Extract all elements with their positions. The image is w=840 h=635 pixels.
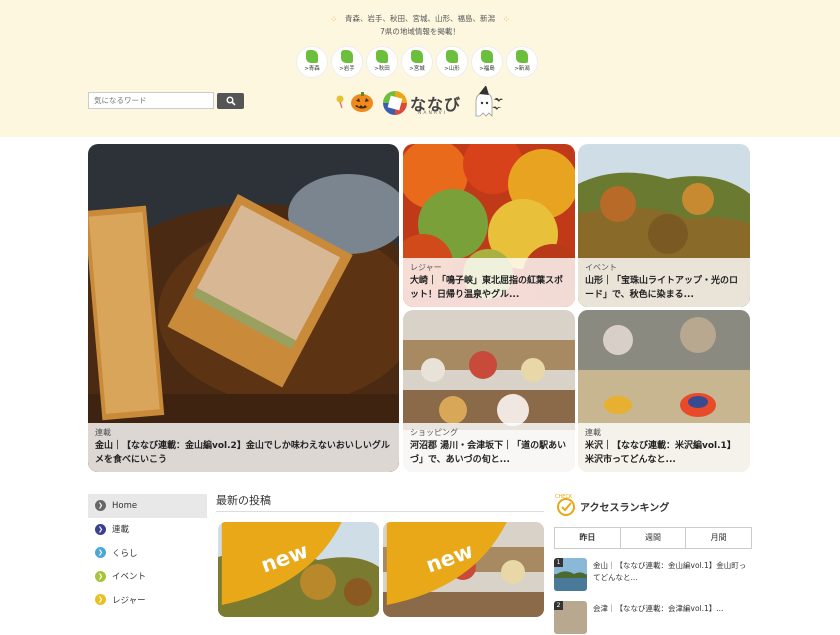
latest-posts-heading: 最新の投稿 xyxy=(216,494,271,507)
site-logo[interactable]: ななび NANAVI xyxy=(334,86,506,120)
sparkle-icon: ⁘ xyxy=(502,15,510,25)
tagline-line2: 7県の地域情報を掲載！ xyxy=(380,27,460,36)
tab-yesterday[interactable]: 昨日 xyxy=(555,528,620,548)
article-category: レジャー xyxy=(410,263,442,272)
featured-article-2[interactable]: レジャー 大崎｜「鳴子峡」東北屈指の紅葉スポット！日帰り温泉やグル... xyxy=(403,144,575,307)
chevron-right-icon: ❯ xyxy=(95,570,106,582)
nav-item-living[interactable]: ❯ くらし xyxy=(88,541,207,565)
ranking-thumbnail: 2 xyxy=(554,601,587,634)
pref-link-aomori[interactable]: >青森 xyxy=(296,46,328,78)
ranking-thumbnail: 1 xyxy=(554,558,587,591)
featured-article-4[interactable]: ショッピング 河沼郡 湯川・会津坂下｜「道の駅あいづ」で、あいづの旬と... xyxy=(403,310,575,472)
article-category: 連載 xyxy=(95,428,111,437)
featured-article-1[interactable]: 連載 金山｜【ななび連載：金山編vol.2】金山でしか味わえないおいしいグルメを… xyxy=(88,144,399,472)
tagline-line1: 青森、岩手、秋田、宮城、山形、福島、新潟 xyxy=(345,14,495,23)
ranking-header: CHECK アクセスランキング xyxy=(554,493,752,517)
miyagi-map-icon xyxy=(411,49,423,63)
new-badge: new xyxy=(221,522,342,605)
featured-article-5[interactable]: 連載 米沢｜【ななび連載：米沢編vol.1】米沢市ってどんなと... xyxy=(578,310,750,472)
pref-link-yamagata[interactable]: >山形 xyxy=(436,46,468,78)
featured-caption: ショッピング 河沼郡 湯川・会津坂下｜「道の駅あいづ」で、あいづの旬と... xyxy=(403,423,575,472)
article-category: 連載 xyxy=(585,428,601,437)
pref-link-fukushima[interactable]: >福島 xyxy=(471,46,503,78)
article-title: 金山｜【ななび連載：金山編vol.2】金山でしか味わえないおいしいグルメを食べに… xyxy=(95,441,390,465)
search-form xyxy=(88,92,244,109)
new-badge: new xyxy=(386,522,507,605)
article-title: 大崎｜「鳴子峡」東北屈指の紅葉スポット！日帰り温泉やグル... xyxy=(410,276,564,300)
nav-item-leisure[interactable]: ❯ レジャー xyxy=(88,588,207,612)
site-header: ⁘ ⁘ 青森、岩手、秋田、宮城、山形、福島、新潟 7県の地域情報を掲載！ >青森… xyxy=(0,0,840,137)
nav-item-home[interactable]: ❯ Home xyxy=(88,494,207,518)
tab-monthly[interactable]: 月間 xyxy=(685,528,751,548)
prefecture-nav: >青森 >岩手 >秋田 >宮城 >山形 >福島 >新潟 xyxy=(296,46,538,78)
search-icon xyxy=(226,96,236,106)
ranking-item-2[interactable]: 2 会津｜【ななび連載：会津編vol.1】... xyxy=(554,601,752,635)
ranking-tabs: 昨日 週間 月間 xyxy=(554,527,752,549)
rank-number: 2 xyxy=(554,601,563,610)
fukushima-map-icon xyxy=(481,49,493,63)
nav-item-series[interactable]: ❯ 連載 xyxy=(88,518,207,542)
sparkle-icon: ⁘ xyxy=(330,15,338,25)
search-button[interactable] xyxy=(217,93,244,109)
chevron-right-icon: ❯ xyxy=(95,594,106,606)
ranking-item-1[interactable]: 1 金山｜【ななび連載：金山編vol.1】金山町ってどんなと... xyxy=(554,558,752,592)
category-nav: ❯ Home ❯ 連載 ❯ くらし ❯ イベント ❯ レジャー xyxy=(88,494,207,612)
featured-caption: 連載 米沢｜【ななび連載：米沢編vol.1】米沢市ってどんなと... xyxy=(578,423,750,472)
article-category: イベント xyxy=(585,263,617,272)
ranking-title-text: 会津｜【ななび連載：会津編vol.1】... xyxy=(593,604,724,613)
check-badge-icon: CHECK xyxy=(555,494,575,516)
article-category: ショッピング xyxy=(410,428,458,437)
chevron-right-icon: ❯ xyxy=(95,547,106,559)
pref-link-miyagi[interactable]: >宮城 xyxy=(401,46,433,78)
ranking-title-text: 金山｜【ななび連載：金山編vol.1】金山町ってどんなと... xyxy=(593,561,747,582)
rank-number: 1 xyxy=(554,558,563,567)
svg-text:CHECK: CHECK xyxy=(555,494,573,500)
ranking-title: アクセスランキング xyxy=(580,503,670,514)
divider xyxy=(216,511,544,512)
chevron-right-icon: ❯ xyxy=(95,523,106,535)
featured-article-3[interactable]: イベント 山形｜「宝珠山ライトアップ・光のロード」で、秋色に染まる... xyxy=(578,144,750,307)
site-tagline: ⁘ ⁘ 青森、岩手、秋田、宮城、山形、福島、新潟 7県の地域情報を掲載！ xyxy=(320,12,520,38)
featured-caption: レジャー 大崎｜「鳴子峡」東北屈指の紅葉スポット！日帰り温泉やグル... xyxy=(403,258,575,307)
akita-map-icon xyxy=(376,49,388,63)
logo-subtext: NANAVI xyxy=(418,111,448,116)
niigata-map-icon xyxy=(516,49,528,63)
pref-link-akita[interactable]: >秋田 xyxy=(366,46,398,78)
latest-post-card-2[interactable]: new xyxy=(383,522,544,617)
featured-caption: イベント 山形｜「宝珠山ライトアップ・光のロード」で、秋色に染まる... xyxy=(578,258,750,307)
featured-caption: 連載 金山｜【ななび連載：金山編vol.2】金山でしか味わえないおいしいグルメを… xyxy=(88,423,399,472)
article-title: 山形｜「宝珠山ライトアップ・光のロード」で、秋色に染まる... xyxy=(585,276,739,300)
article-title: 河沼郡 湯川・会津坂下｜「道の駅あいづ」で、あいづの旬と... xyxy=(410,441,567,465)
latest-post-card-1[interactable]: new xyxy=(218,522,379,617)
pref-link-iwate[interactable]: >岩手 xyxy=(331,46,363,78)
iwate-map-icon xyxy=(341,49,353,63)
search-input[interactable] xyxy=(88,92,214,109)
nav-item-event[interactable]: ❯ イベント xyxy=(88,565,207,589)
tab-weekly[interactable]: 週間 xyxy=(619,528,686,548)
pref-link-niigata[interactable]: >新潟 xyxy=(506,46,538,78)
aomori-map-icon xyxy=(306,49,318,63)
yamagata-map-icon xyxy=(446,49,458,63)
article-title: 米沢｜【ななび連載：米沢編vol.1】米沢市ってどんなと... xyxy=(585,441,736,465)
chevron-right-icon: ❯ xyxy=(95,500,106,512)
